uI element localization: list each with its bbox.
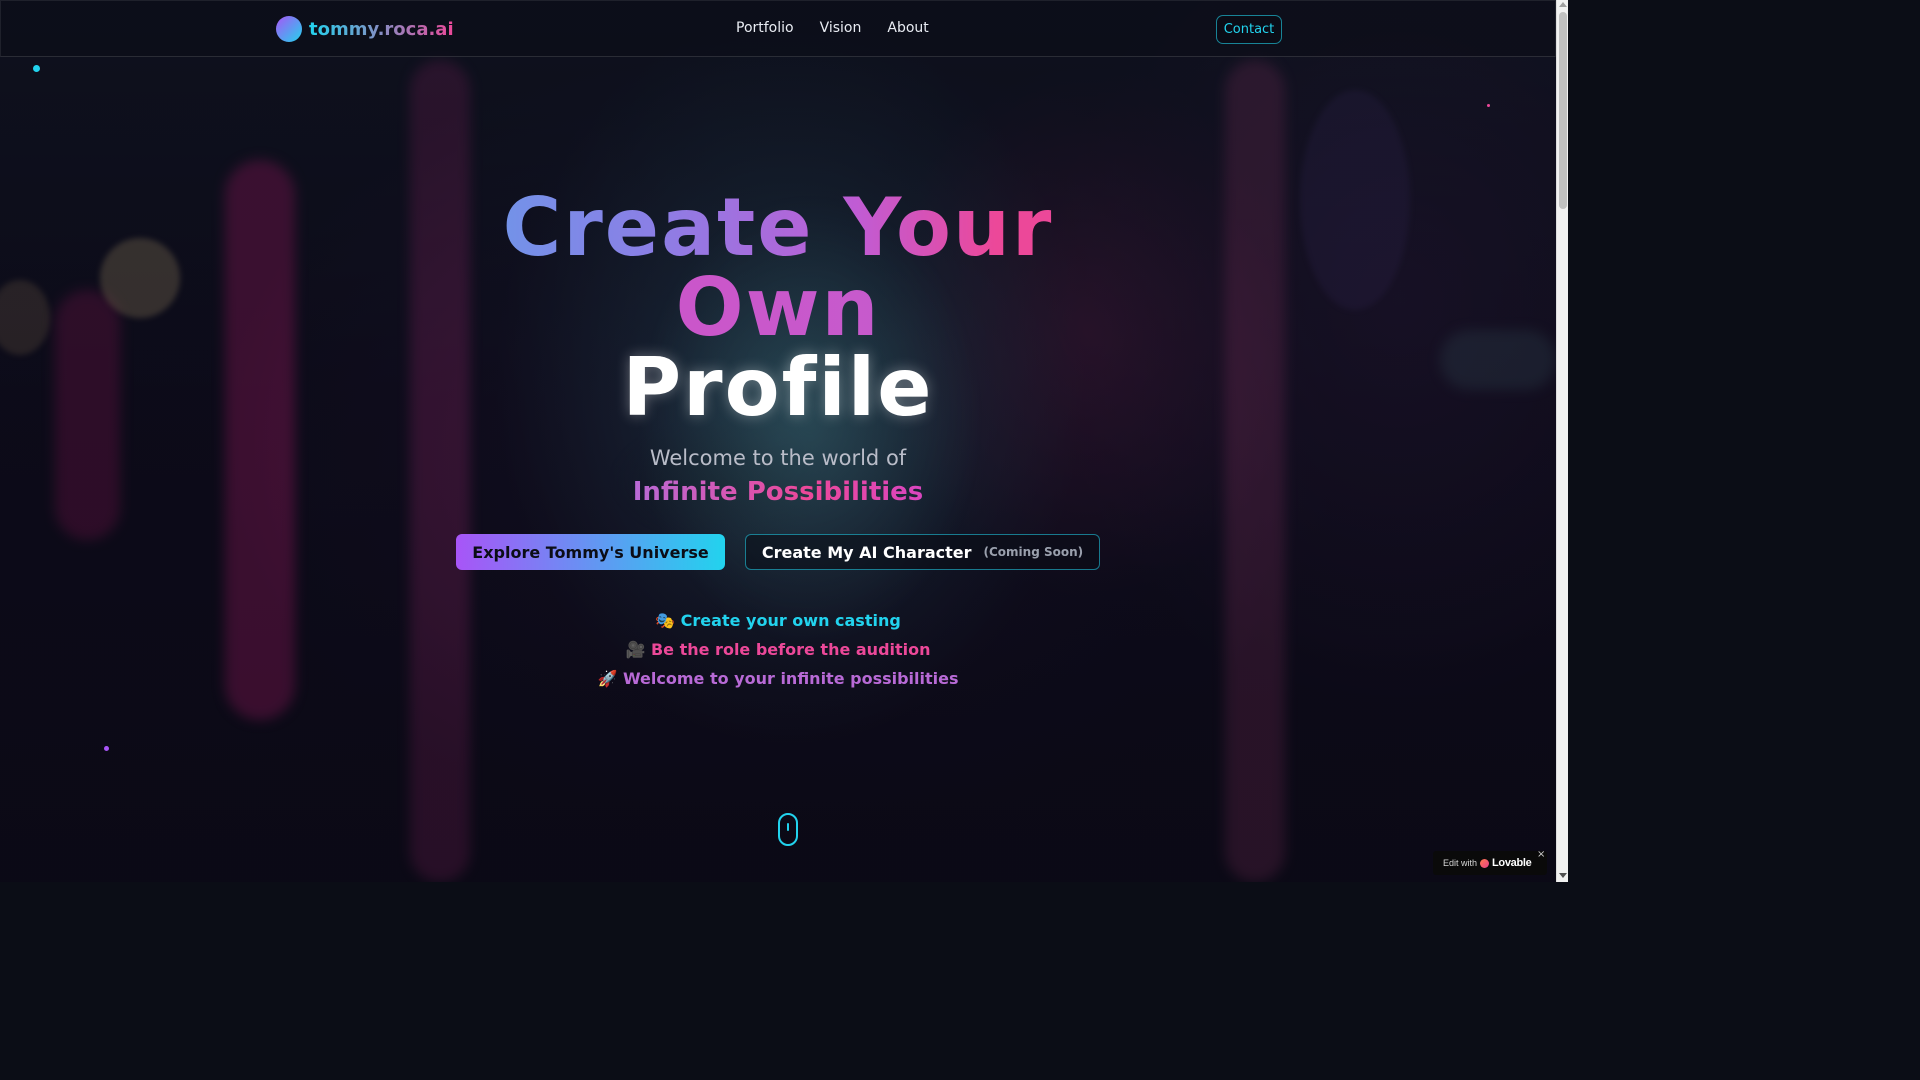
background-overlay xyxy=(0,0,1556,882)
feature-audition: 🎥 Be the role before the audition xyxy=(625,640,931,659)
vertical-scrollbar[interactable] xyxy=(1556,0,1568,882)
create-ai-character-button[interactable]: Create My AI Character (Coming Soon) xyxy=(745,534,1100,570)
welcome-text: Welcome to the world of xyxy=(649,446,907,470)
explore-universe-button[interactable]: Explore Tommy's Universe xyxy=(456,534,725,570)
hero-title: Create Your Own Profile xyxy=(0,188,1556,428)
nav-link-vision[interactable]: Vision xyxy=(820,20,862,36)
badge-brand-name: Lovable xyxy=(1492,857,1532,869)
particle-dot xyxy=(1487,104,1490,107)
top-navbar: tommy.roca.ai Portfolio Vision About Con… xyxy=(0,0,1556,57)
close-icon[interactable]: × xyxy=(1537,849,1545,860)
badge-prefix: Edit with xyxy=(1443,858,1478,868)
edit-with-lovable-badge[interactable]: Edit with Lovable × xyxy=(1433,849,1547,875)
create-ai-character-label: Create My AI Character xyxy=(761,542,972,562)
scroll-up-arrow-icon[interactable] xyxy=(1559,2,1567,7)
mouse-scroll-icon[interactable] xyxy=(778,813,798,846)
hero-title-line-2: Own xyxy=(0,268,1556,348)
hero-title-line-3: Profile xyxy=(622,341,934,434)
nav-link-about[interactable]: About xyxy=(887,20,928,36)
scroll-thumb[interactable] xyxy=(1559,12,1567,209)
infinite-possibilities-label: Infinite Possibilities xyxy=(632,477,924,507)
particle-dot xyxy=(33,65,40,72)
logo-text: tommy.roca.ai xyxy=(309,18,454,40)
contact-button[interactable]: Contact xyxy=(1216,15,1282,44)
feature-casting: 🎭 Create your own casting xyxy=(655,611,901,630)
hero-background xyxy=(0,0,1556,882)
nav-link-portfolio[interactable]: Portfolio xyxy=(736,20,794,36)
scroll-down-arrow-icon[interactable] xyxy=(1559,873,1567,878)
lovable-heart-icon xyxy=(1480,858,1490,868)
nav-links: Portfolio Vision About xyxy=(736,20,929,36)
mouse-wheel xyxy=(787,823,789,831)
feature-possibilities: 🚀 Welcome to your infinite possibilities xyxy=(597,669,959,688)
infinite-possibilities-text: Infinite Possibilities xyxy=(0,477,1556,507)
logo[interactable]: tommy.roca.ai xyxy=(276,16,454,42)
particle-dot xyxy=(104,746,109,751)
hero-title-line-1: Create Your xyxy=(0,188,1556,268)
coming-soon-tag: (Coming Soon) xyxy=(983,545,1084,559)
logo-orb-icon xyxy=(276,16,302,42)
